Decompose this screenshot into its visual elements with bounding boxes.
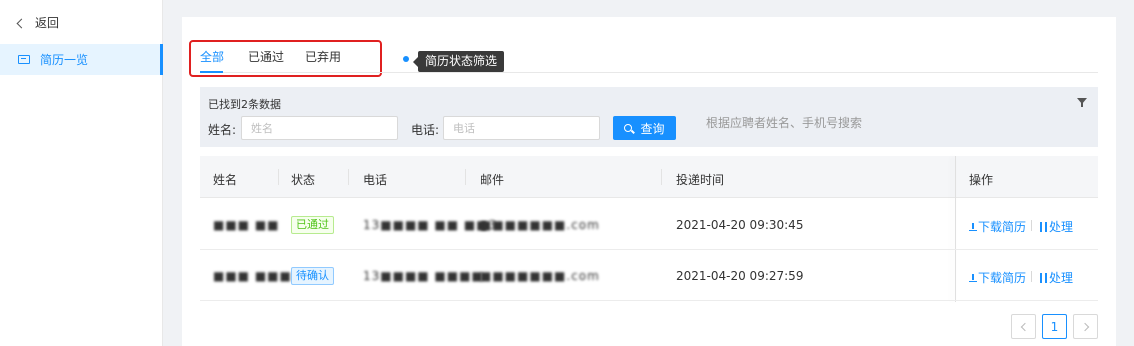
prev-page-button[interactable] [1011,314,1036,339]
row2-name: ■■■ ■■■ [213,269,292,283]
col-separator [348,169,349,185]
col-separator [278,169,279,185]
query-button[interactable]: 查询 [613,116,676,140]
row1-time: 2021-04-20 09:30:45 [676,218,804,232]
fixed-column-shadow [955,156,956,302]
row2-process-button[interactable]: 处理 [1039,269,1073,286]
phone-label: 电话: [411,123,440,137]
action-separator [1031,220,1032,231]
row2-download-button[interactable]: 下载简历 [969,269,1026,286]
row2-status-badge: 待确认 [291,267,334,285]
query-label: 查询 [640,121,665,136]
sidebar-item-resume-list[interactable]: 简历一览 [0,44,163,75]
search-icon [624,124,633,132]
row2-email: ■■■■■■■.com [480,269,600,283]
phone-input[interactable] [443,116,600,140]
back-label: 返回 [35,16,60,30]
page-1-button[interactable]: 1 [1042,314,1067,339]
row-divider [200,300,1098,301]
tab-active-indicator [200,71,223,73]
process-icon [1039,222,1048,232]
row1-process-button[interactable]: 处理 [1039,218,1073,235]
process-label: 处理 [1049,220,1074,234]
row2-time: 2021-04-20 09:27:59 [676,269,804,283]
guide-dot[interactable] [403,56,409,62]
col-separator [661,169,662,185]
sidebar-item-label: 简历一览 [40,53,89,67]
resume-card-icon [18,55,30,64]
tabs-divider [200,72,1098,73]
download-label: 下载简历 [978,271,1027,285]
tab-discarded[interactable]: 已弃用 [305,48,341,65]
process-icon [1039,273,1048,283]
col-email: 邮件 [480,173,505,187]
row1-download-button[interactable]: 下载简历 [969,218,1026,235]
name-label: 姓名: [208,123,237,137]
status-filter-tooltip: 简历状态筛选 [412,51,505,72]
row1-phone: 13■■■■ ■■ ■■3 [363,218,498,232]
download-icon [969,274,977,282]
chevron-right-icon [1080,322,1089,331]
result-count: 已找到2条数据 [208,98,281,111]
back-button[interactable]: 返回 [16,14,60,31]
row1-status-badge: 已通过 [291,216,334,234]
tab-all[interactable]: 全部 [200,48,224,65]
chevron-left-icon [1020,322,1029,331]
name-input[interactable] [241,116,398,140]
sidebar: 返回 简历一览 [0,0,163,346]
col-actions: 操作 [969,173,994,187]
row1-name: ■■■ ■■ [213,218,280,232]
col-status: 状态 [291,173,316,187]
row2-phone: 13■■■■ ■■■■ [363,269,484,283]
col-time: 投递时间 [676,173,725,187]
chevron-left-icon [16,18,27,28]
col-separator [465,169,466,185]
col-phone: 电话 [363,173,388,187]
download-icon [969,223,977,231]
next-page-button[interactable] [1073,314,1098,339]
row-divider [200,249,1098,250]
process-label: 处理 [1049,271,1074,285]
download-label: 下载简历 [978,220,1027,234]
tab-passed[interactable]: 已通过 [248,48,284,65]
search-hint: 根据应聘者姓名、手机号搜索 [706,116,863,130]
action-separator [1031,271,1032,282]
row1-email: ■■■■■■■.com [480,218,600,232]
col-name: 姓名 [213,173,238,187]
filter-icon[interactable] [1077,98,1087,107]
table-header [200,156,1098,198]
